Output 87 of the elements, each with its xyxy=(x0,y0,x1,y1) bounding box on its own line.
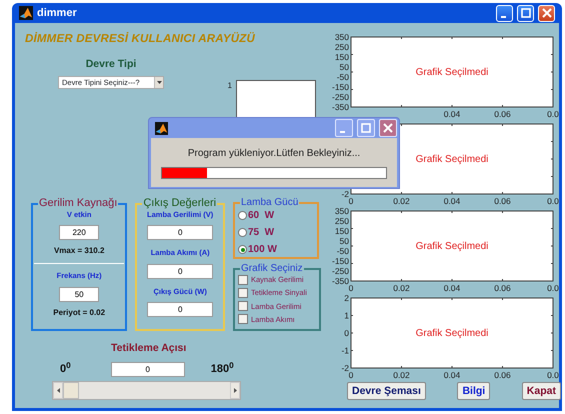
minimize-icon xyxy=(340,130,345,132)
axis-tick-label: 0.02 xyxy=(393,283,410,293)
close-icon xyxy=(542,8,552,18)
axis-tick-label: 50 xyxy=(340,236,349,246)
action-button[interactable]: Bilgi xyxy=(457,382,490,400)
axis-tick-label: 0.04 xyxy=(444,109,460,119)
axis-tick-label: 0 xyxy=(348,196,354,206)
axis-tick-label: 0.02 xyxy=(393,370,410,380)
panel-title: Lamba Gücü xyxy=(240,198,300,208)
axis-tick-label: 0.06 xyxy=(494,370,511,380)
axis-tick-label: 1 xyxy=(228,80,232,92)
plot-message: Grafik Seçilmedi xyxy=(416,67,488,78)
window-title: dimmer xyxy=(37,6,77,21)
axis-tick-label: 50 xyxy=(340,62,349,72)
axis-tick-label: 0.06 xyxy=(494,109,511,119)
axis-tick-label: -150 xyxy=(332,256,349,266)
axis-tick-label: 0.0 xyxy=(547,109,559,119)
axis-tick-label: 250 xyxy=(334,216,349,226)
action-button[interactable]: Devre Şeması xyxy=(347,382,426,400)
axis-tick-label: 350 xyxy=(334,32,349,42)
axis-tick-label: 350 xyxy=(334,206,349,216)
axis-tick-label: 0.06 xyxy=(494,196,511,206)
loading-message: Program yükleniyor.Lütfen Bekleyiniz... xyxy=(188,147,360,161)
axis-tick-label: 0 xyxy=(348,370,354,380)
action-button[interactable]: Kapat xyxy=(522,382,561,400)
caret-icon xyxy=(154,76,163,88)
field-label: Devre Tipi xyxy=(86,57,136,72)
value-field[interactable]: 0 xyxy=(147,225,214,240)
axis-tick-label: -350 xyxy=(332,276,349,286)
value-field[interactable]: 50 xyxy=(59,286,100,302)
axis-tick-label: -150 xyxy=(332,82,349,92)
axis-tick-label: 0.02 xyxy=(393,196,410,206)
axis-tick-label: 0.04 xyxy=(444,283,460,293)
peak-logo-icon xyxy=(19,6,33,20)
axis-tick-label: -250 xyxy=(332,92,349,102)
minimize-icon xyxy=(500,16,506,18)
axis-tick-label: 0.04 xyxy=(444,196,460,206)
value-field[interactable]: 0 xyxy=(147,264,214,278)
radio-option[interactable]: 100 W xyxy=(238,242,314,257)
axis-tick-label: 150 xyxy=(334,226,349,236)
plot-message: Grafik Seçilmedi xyxy=(416,154,488,165)
axis-tick-label: 150 xyxy=(334,52,349,62)
axis-tick-label: -50 xyxy=(336,72,349,82)
close-button[interactable] xyxy=(379,119,397,137)
section-label: Tetikleme Açısı xyxy=(111,341,188,356)
axis-tick-label: -2 xyxy=(341,363,349,373)
result-text: Vmax = 310.2 xyxy=(54,245,104,258)
radio-button[interactable] xyxy=(238,211,247,220)
axis-tick-label: 0.04 xyxy=(444,370,460,380)
radio-button[interactable] xyxy=(238,245,247,254)
app-heading: DİMMER DEVRESİ KULLANICI ARAYÜZÜ xyxy=(24,31,256,47)
axis-tick-label: 250 xyxy=(334,42,349,52)
plot-message: Grafik Seçilmedi xyxy=(416,241,488,252)
axis-tick-label: -2 xyxy=(341,189,349,199)
checkbox[interactable] xyxy=(238,301,248,312)
radio-option[interactable]: 75 W xyxy=(238,225,314,240)
min-angle-label: 0$^{0}$ xyxy=(60,360,71,377)
axis-tick-label: 0.06 xyxy=(494,283,511,293)
max-angle-label: 180$^{0}$ xyxy=(210,360,234,377)
value-field[interactable]: 0 xyxy=(147,302,214,317)
checkbox[interactable] xyxy=(238,314,248,324)
axis-tick-label: 0 xyxy=(344,328,349,338)
axis-tick-label: 0 xyxy=(348,283,354,293)
axis-tick-label: 0.0 xyxy=(547,196,559,206)
axis-tick-label: 1 xyxy=(344,310,349,320)
panel-title: Çıkış Değerleri xyxy=(142,198,218,209)
peak-logo-icon xyxy=(155,122,168,134)
axis-tick-label: 0.0 xyxy=(547,370,559,380)
panel-title: Gerilim Kaynağı xyxy=(38,198,118,209)
axis-tick-label: -250 xyxy=(332,266,349,276)
close-icon xyxy=(383,123,393,133)
panel-title: Grafik Seçiniz xyxy=(240,264,304,274)
radio-button[interactable] xyxy=(238,228,247,237)
angle-field[interactable]: 0 xyxy=(110,362,185,376)
checkbox[interactable] xyxy=(238,288,248,298)
value-field[interactable]: 220 xyxy=(59,225,100,240)
axis-tick-label: 2 xyxy=(344,293,349,303)
axis-tick-label: -350 xyxy=(332,102,349,112)
axis-tick-label: -1 xyxy=(341,346,349,356)
result-text: Periyot = 0.02 xyxy=(53,306,106,318)
plot-message: Grafik Seçilmedi xyxy=(416,328,488,339)
maximize-icon xyxy=(520,8,530,18)
axis-tick-label: 0.0 xyxy=(547,283,559,293)
radio-option[interactable]: 60 W xyxy=(238,208,314,223)
maximize-icon xyxy=(361,123,371,133)
checkbox[interactable] xyxy=(238,274,248,285)
axis-tick-label: -50 xyxy=(336,246,349,256)
